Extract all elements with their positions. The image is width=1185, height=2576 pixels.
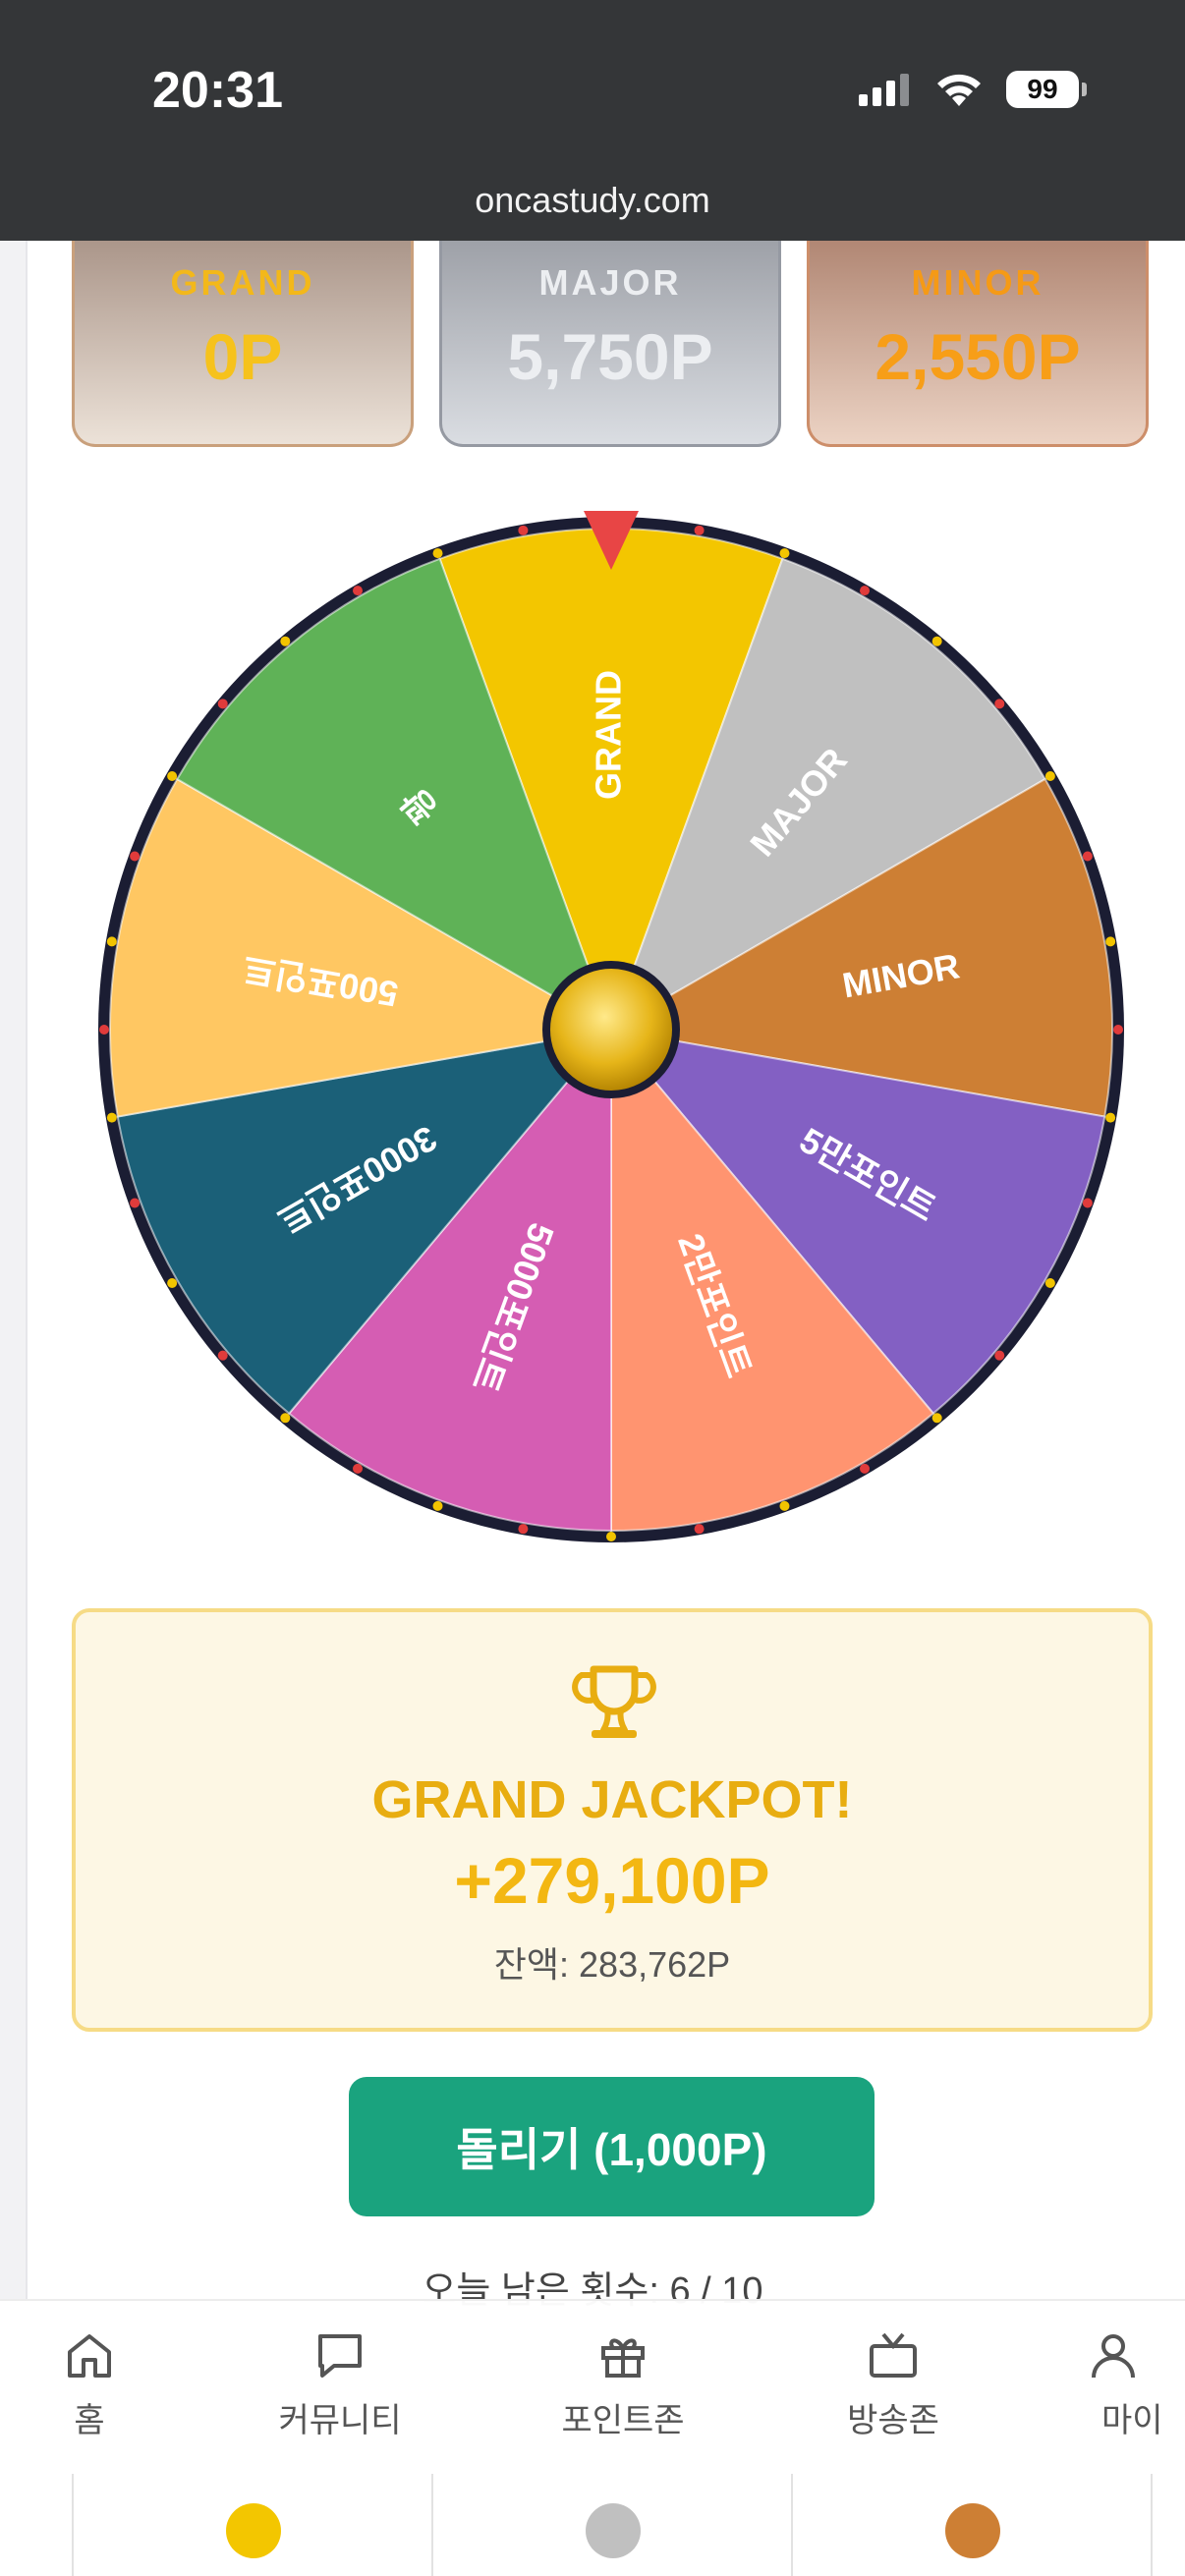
rim-light [994, 699, 1005, 709]
jackpot-card-major: MAJOR 5,750P [439, 241, 781, 447]
signal-icon [859, 74, 909, 106]
nav-item-pointzone[interactable]: 포인트존 [539, 2328, 706, 2441]
result-panel: GRAND JACKPOT! +279,100P 잔액: 283,762P [72, 1608, 1153, 2032]
rim-light [1105, 1112, 1116, 1123]
rim-light [217, 1350, 228, 1361]
rim-light [106, 936, 117, 947]
divider [791, 2474, 793, 2576]
jackpot-card-minor: MINOR 2,550P [807, 241, 1149, 447]
rim-light [1105, 936, 1116, 947]
rim-light [130, 851, 141, 862]
rim-light [280, 636, 291, 646]
jackpot-value: 0P [202, 320, 283, 393]
rim-light [1044, 1278, 1055, 1288]
rim-light [130, 1198, 141, 1208]
divider [431, 2474, 433, 2576]
nav-label: 방송존 [847, 2402, 939, 2439]
bottom-nav: 홈 커뮤니티 포인트존 방송존 마이 [0, 2299, 1185, 2476]
wheel-hub [542, 961, 680, 1098]
rim-light [167, 771, 178, 781]
home-icon [68, 2334, 111, 2378]
rim-light [518, 1524, 529, 1535]
user-icon [1092, 2334, 1135, 2379]
nav-label: 커뮤니티 [278, 2402, 402, 2439]
rim-light [1113, 1025, 1123, 1035]
rim-light [1082, 851, 1093, 862]
result-balance: 잔액: 283,762P [493, 1944, 731, 1985]
jackpot-label: MAJOR [538, 262, 682, 303]
tv-icon [870, 2332, 917, 2378]
trophy-icon [572, 1665, 656, 1738]
rim-light [99, 1025, 109, 1035]
rim-light [994, 1350, 1005, 1361]
jackpot-label: MINOR [911, 262, 1044, 303]
nav-item-broadcast[interactable]: 방송존 [810, 2328, 977, 2441]
nav-item-home[interactable]: 홈 [6, 2328, 173, 2441]
nav-label: 포인트존 [561, 2402, 685, 2439]
rim-light [280, 1413, 291, 1424]
result-title: GRAND JACKPOT! [371, 1770, 853, 1829]
rim-light [432, 1500, 443, 1511]
spin-button[interactable]: 돌리기 (1,000P) [349, 2077, 875, 2216]
gift-icon [601, 2338, 645, 2378]
rim-light [1044, 771, 1055, 781]
jackpot-card-grand: GRAND 0P [72, 241, 414, 447]
rim-light [606, 1532, 616, 1541]
rim-light [353, 586, 363, 596]
rim-light [779, 1500, 790, 1511]
rim-light [694, 1524, 705, 1535]
rim-light [353, 1463, 363, 1474]
chat-icon [318, 2334, 362, 2378]
status-icons: 99 [857, 71, 1087, 108]
nav-item-community[interactable]: 커뮤니티 [256, 2328, 423, 2441]
rim-light [931, 1413, 942, 1424]
wheel-segment-label: GRAND [589, 670, 629, 800]
rim-light [694, 525, 705, 535]
result-points: +279,100P [454, 1844, 770, 1917]
jackpot-value: 2,550P [875, 320, 1081, 393]
roulette-wheel: GRANDMAJORMINOR5만포인트2만포인트5000포인트3000포인트5… [98, 511, 1124, 1542]
legend-dot-major [586, 2503, 641, 2558]
legend-strip [72, 2474, 1153, 2576]
battery-icon: 99 [1006, 71, 1087, 108]
jackpot-value: 5,750P [507, 320, 713, 393]
scroll-rail [0, 241, 28, 2304]
wifi-icon [937, 74, 981, 106]
rim-light [860, 1463, 870, 1474]
nav-label: 홈 [74, 2402, 105, 2439]
nav-label: 마이 [1101, 2402, 1163, 2439]
status-time: 20:31 [152, 62, 283, 119]
legend-dot-minor [945, 2503, 1000, 2558]
url-bar[interactable]: oncastudy.com [0, 180, 1185, 221]
jackpot-label: GRAND [170, 262, 315, 303]
nav-item-my[interactable]: 마이 [1047, 2328, 1185, 2441]
rim-light [518, 525, 529, 535]
legend-dot-grand [226, 2503, 281, 2558]
rim-light [106, 1112, 117, 1123]
rim-light [167, 1278, 178, 1288]
status-bar: 20:31 99 oncastudy.com [0, 0, 1185, 241]
rim-light [1082, 1198, 1093, 1208]
rim-light [217, 699, 228, 709]
rim-light [432, 548, 443, 559]
rim-light [779, 548, 790, 559]
rim-light [860, 586, 870, 596]
rim-light [931, 636, 942, 646]
